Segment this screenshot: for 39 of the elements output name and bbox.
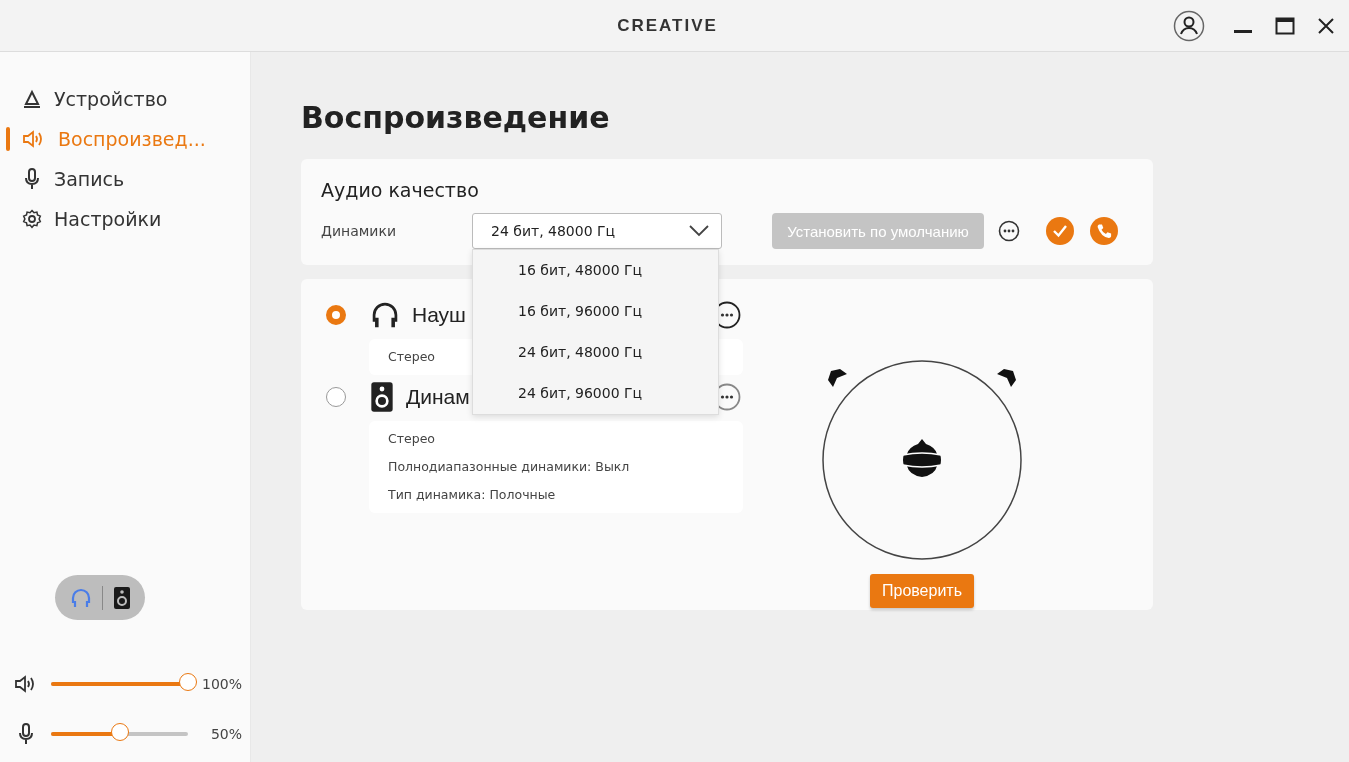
field-label: Динамики (321, 223, 397, 239)
nav-item[interactable]: Устройство (0, 79, 250, 119)
maximize-icon[interactable] (1275, 16, 1295, 35)
detail-text: Стерео (388, 348, 435, 366)
headphones-icon (370, 300, 400, 330)
detail-text: Полнодиапазонные динамики: Выкл (388, 458, 630, 476)
speaker-box-icon (370, 381, 394, 413)
menu-item[interactable]: 24 бит, 48000 Гц (473, 332, 718, 373)
detail-text: Стерео (388, 430, 435, 448)
triangle-icon (22, 89, 42, 109)
slider-thumb[interactable] (179, 673, 197, 691)
section-title: Аудио качество (321, 179, 480, 201)
check-icon[interactable] (1046, 217, 1074, 245)
more-icon[interactable] (998, 220, 1020, 242)
logo: CREATIVE (617, 15, 718, 36)
slider-thumb[interactable] (110, 723, 129, 741)
output-name: Динам (406, 385, 470, 409)
phone-icon[interactable] (1090, 217, 1118, 245)
nav-item[interactable]: Настройки (0, 199, 250, 239)
microphone-icon (22, 168, 42, 190)
detail-text: Тип динамика: Полочные (388, 486, 556, 504)
menu-item[interactable]: 24 бит, 96000 Гц (473, 373, 718, 414)
slider-value: 100% (200, 676, 242, 692)
output-switch[interactable] (55, 575, 145, 620)
close-icon[interactable] (1317, 16, 1335, 35)
gear-icon (22, 209, 42, 229)
menu-item[interactable]: 16 бит, 96000 Гц (473, 291, 718, 332)
speaker-box-icon[interactable] (112, 585, 131, 610)
radio-button[interactable] (326, 387, 346, 407)
page-title: Воспроизведение (301, 100, 611, 135)
radio-button[interactable] (326, 305, 346, 325)
nav-item[interactable]: Запись (0, 159, 250, 199)
slider-value: 50% (209, 726, 242, 742)
chevron-down-icon (689, 225, 709, 237)
output-name: Науш (412, 303, 466, 327)
format-dropdown[interactable]: 24 бит, 48000 Гц (472, 213, 722, 249)
dropdown-value: 24 бит, 48000 Гц (491, 223, 616, 239)
menu-item[interactable]: 16 бит, 48000 Гц (473, 250, 718, 291)
account-icon[interactable] (1173, 9, 1205, 42)
